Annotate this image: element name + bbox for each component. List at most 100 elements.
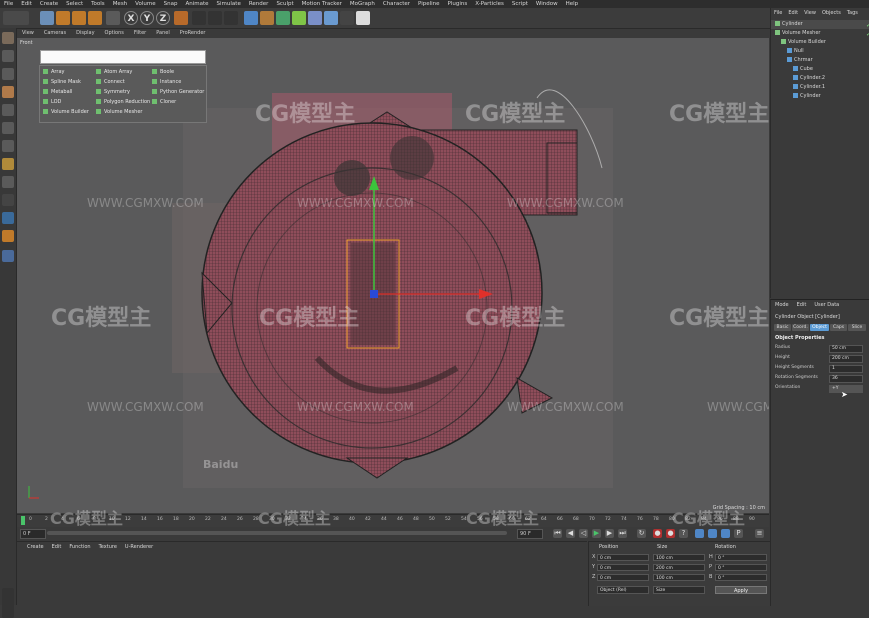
object-row[interactable]: Cylinder.2✓ xyxy=(771,74,869,83)
points-mode-icon[interactable] xyxy=(2,104,14,116)
keyframe-selection-icon[interactable]: ? xyxy=(679,529,688,538)
tab-caps[interactable]: Caps xyxy=(830,324,847,331)
model-mode-icon[interactable] xyxy=(2,50,14,62)
attribute-menu-mode[interactable]: Mode xyxy=(771,302,793,308)
menu-item-volume-mesher[interactable]: Volume Mesher xyxy=(96,109,142,115)
height-segments-field[interactable]: 1 xyxy=(829,365,863,373)
menu-animate[interactable]: Animate xyxy=(181,1,212,7)
make-editable-icon[interactable] xyxy=(2,32,14,44)
move-tool-icon[interactable] xyxy=(56,11,70,25)
menu-tools[interactable]: Tools xyxy=(87,1,109,7)
max-frame-field[interactable]: 90 F xyxy=(517,529,543,539)
object-row[interactable]: Cylinder✓ xyxy=(771,20,869,29)
menu-x-particles[interactable]: X-Particles xyxy=(471,1,508,7)
position-x-field[interactable]: 0 cm xyxy=(597,554,649,561)
light-icon[interactable] xyxy=(356,11,370,25)
size-z-field[interactable]: 100 cm xyxy=(653,574,705,581)
menu-mesh[interactable]: Mesh xyxy=(109,1,131,7)
tab-coord[interactable]: Coord. xyxy=(792,324,809,331)
viewport-menu-panel[interactable]: Panel xyxy=(151,30,175,36)
timeline-menu-icon[interactable]: ≡ xyxy=(755,529,764,538)
object-menu-objects[interactable]: Objects xyxy=(819,10,844,16)
floor-icon[interactable] xyxy=(324,11,338,25)
menu-help[interactable]: Help xyxy=(562,1,583,7)
object-row[interactable]: Null✓ xyxy=(771,47,869,56)
menu-render[interactable]: Render xyxy=(245,1,273,7)
menu-plugins[interactable]: Plugins xyxy=(444,1,472,7)
lock-workplane-icon[interactable] xyxy=(2,230,14,242)
object-row[interactable]: Cylinder.1✓ xyxy=(771,83,869,92)
size-y-field[interactable]: 200 cm xyxy=(653,564,705,571)
menu-item-lod[interactable]: LOD xyxy=(43,99,61,105)
menu-item-volume-builder[interactable]: Volume Builder xyxy=(43,109,89,115)
coordinate-system-icon[interactable] xyxy=(174,11,188,25)
position-z-field[interactable]: 0 cm xyxy=(597,574,649,581)
menu-simulate[interactable]: Simulate xyxy=(213,1,245,7)
recent-tool-icon[interactable] xyxy=(106,11,120,25)
go-to-start-icon[interactable]: ⏮ xyxy=(553,529,562,538)
menu-item-polygon-reduction[interactable]: Polygon Reduction xyxy=(96,99,150,105)
frame-range-slider[interactable] xyxy=(47,531,507,535)
menu-volume[interactable]: Volume xyxy=(131,1,159,7)
object-row[interactable]: Volume Builder✓ xyxy=(771,38,869,47)
grid-icon[interactable] xyxy=(2,250,14,262)
polygons-mode-icon[interactable] xyxy=(2,140,14,152)
menu-edit[interactable]: Edit xyxy=(17,1,36,7)
coordinate-mode-dropdown[interactable]: Object (Rel) xyxy=(597,586,649,594)
timeline-ruler[interactable]: 0 2 4 6 8 10 12 14 16 18 20 22 24 26 28 30 32 34 36 38 40 42 4… xyxy=(17,514,769,527)
autokey-icon[interactable]: ● xyxy=(666,529,675,538)
rotation-h-field[interactable]: 0 ° xyxy=(715,554,767,561)
radius-field[interactable]: 50 cm xyxy=(829,345,863,353)
attribute-menu-user-data[interactable]: User Data xyxy=(810,302,843,308)
render-view-icon[interactable] xyxy=(192,11,206,25)
generator-icon[interactable] xyxy=(292,11,306,25)
cube-object-icon[interactable] xyxy=(244,11,258,25)
object-menu-file[interactable]: File xyxy=(771,10,785,16)
play-backward-icon[interactable]: ◁ xyxy=(579,529,588,538)
key-param-icon[interactable]: P xyxy=(734,529,743,538)
tweak-mode-icon[interactable] xyxy=(2,176,14,188)
material-menu-create[interactable]: Create xyxy=(23,544,48,550)
viewport-menu-view[interactable]: View xyxy=(17,30,39,36)
menu-item-instance[interactable]: Instance xyxy=(152,79,181,85)
object-row[interactable]: Volume Mesher ✓ xyxy=(771,29,869,38)
menu-item-metaball[interactable]: Metaball xyxy=(43,89,72,95)
viewport-menu-prorender[interactable]: ProRender xyxy=(175,30,211,36)
menu-select[interactable]: Select xyxy=(62,1,87,7)
z-axis-handle[interactable] xyxy=(370,290,378,298)
menu-mograph[interactable]: MoGraph xyxy=(346,1,379,7)
loop-icon[interactable]: ↻ xyxy=(637,529,646,538)
solo-icon[interactable] xyxy=(2,212,14,224)
menu-file[interactable]: File xyxy=(0,1,17,7)
camera-icon[interactable] xyxy=(340,11,354,25)
object-menu-edit[interactable]: Edit xyxy=(785,10,801,16)
tab-object[interactable]: Object xyxy=(810,324,829,331)
menu-item-boole[interactable]: Boole xyxy=(152,69,174,75)
object-row[interactable]: Cylinder✓ xyxy=(771,92,869,101)
material-menu-texture[interactable]: Texture xyxy=(95,544,121,550)
tab-slice[interactable]: Slice xyxy=(848,324,866,331)
menu-create[interactable]: Create xyxy=(36,1,62,7)
viewport-menu-display[interactable]: Display xyxy=(71,30,99,36)
key-scale-icon[interactable] xyxy=(721,529,730,538)
play-icon[interactable]: ▶ xyxy=(592,529,601,538)
key-rotation-icon[interactable] xyxy=(708,529,717,538)
y-axis-lock-icon[interactable]: Y xyxy=(140,11,154,25)
object-row[interactable]: Chrmar✓ xyxy=(771,56,869,65)
menu-window[interactable]: Window xyxy=(532,1,562,7)
render-settings-icon[interactable] xyxy=(224,11,238,25)
playhead-marker[interactable] xyxy=(21,516,25,525)
record-icon[interactable]: ● xyxy=(653,529,662,538)
material-menu-edit[interactable]: Edit xyxy=(48,544,66,550)
material-menu-u-renderer[interactable]: U-Renderer xyxy=(121,544,157,550)
size-mode-dropdown[interactable]: Size xyxy=(653,586,705,594)
rotation-p-field[interactable]: 0 ° xyxy=(715,564,767,571)
axis-mode-icon[interactable] xyxy=(2,158,14,170)
viewport-menu-cameras[interactable]: Cameras xyxy=(39,30,71,36)
menu-pipeline[interactable]: Pipeline xyxy=(414,1,444,7)
menu-item-atom-array[interactable]: Atom Array xyxy=(96,69,132,75)
pen-spline-icon[interactable] xyxy=(260,11,274,25)
command-search-input[interactable] xyxy=(40,50,206,64)
step-back-icon[interactable]: ◀ xyxy=(566,529,575,538)
z-axis-lock-icon[interactable]: Z xyxy=(156,11,170,25)
